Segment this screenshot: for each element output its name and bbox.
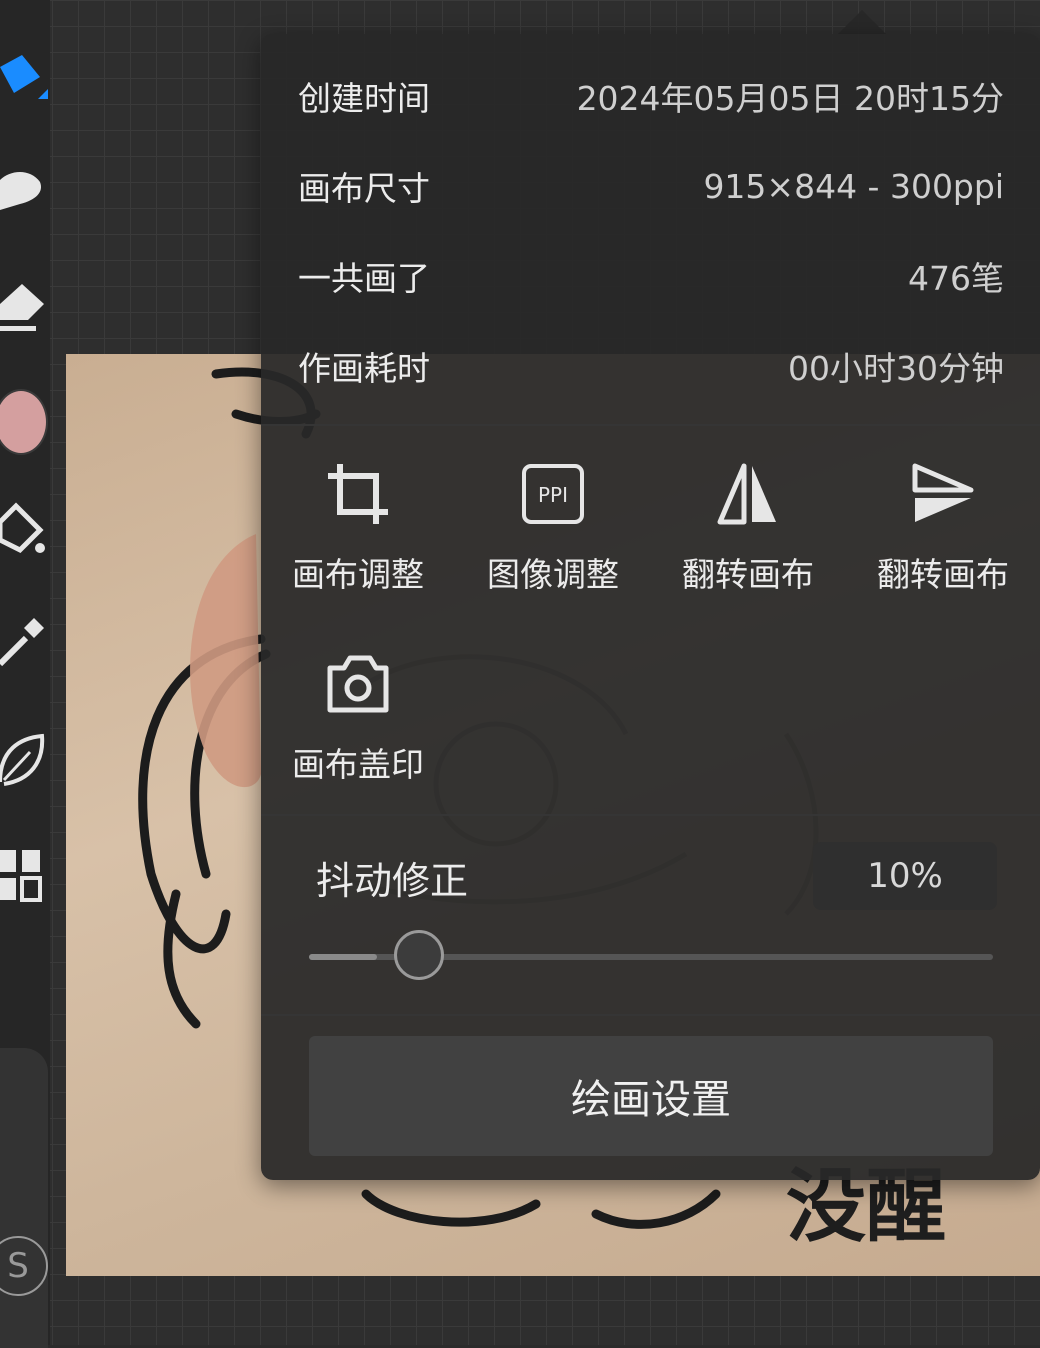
info-value: 476笔 xyxy=(908,259,1004,298)
info-row-duration: 作画耗时 00小时30分钟 xyxy=(298,336,1004,396)
info-label: 一共画了 xyxy=(298,259,430,298)
brush-size-slider[interactable] xyxy=(0,1048,48,1348)
panel-arrow xyxy=(838,10,886,34)
divider xyxy=(261,1014,1040,1016)
fill-tool[interactable] xyxy=(0,500,50,560)
drawing-settings-button[interactable]: 绘画设置 xyxy=(309,1036,993,1156)
info-row-canvas-size: 画布尺寸 915×844 - 300ppi xyxy=(298,156,1004,216)
brush-tool[interactable] xyxy=(0,42,50,102)
action-label: 翻转画布 xyxy=(877,555,1009,594)
color-swatch[interactable] xyxy=(0,389,48,455)
flip-vertical-icon xyxy=(912,463,974,522)
eyedropper-icon xyxy=(0,618,44,667)
eraser-icon xyxy=(0,284,44,331)
flip-vertical-button[interactable]: 翻转画布 xyxy=(853,454,1033,604)
eraser-tool[interactable] xyxy=(0,276,50,336)
flip-horizontal-button[interactable]: 翻转画布 xyxy=(658,454,838,604)
eyedropper-tool[interactable] xyxy=(0,614,50,674)
info-value: 00小时30分钟 xyxy=(788,349,1004,388)
stabilizer-slider-fill xyxy=(309,954,378,960)
info-label: 创建时间 xyxy=(298,79,430,118)
smudge-icon xyxy=(0,172,42,210)
info-row-strokes: 一共画了 476笔 xyxy=(298,246,1004,306)
divider xyxy=(261,424,1040,426)
canvas-actions-panel: 创建时间 2024年05月05日 20时15分 画布尺寸 915×844 - 3… xyxy=(261,34,1040,1180)
crop-icon xyxy=(328,464,388,524)
info-row-created: 创建时间 2024年05月05日 20时15分 xyxy=(298,66,1004,126)
flip-horizontal-icon xyxy=(717,463,776,525)
brush-icon xyxy=(0,55,48,99)
stabilizer-slider-knob[interactable] xyxy=(394,930,445,980)
info-label: 画布尺寸 xyxy=(298,169,430,208)
image-adjust-button[interactable]: PPI 图像调整 xyxy=(463,454,643,604)
canvas-stamp-button[interactable]: 画布盖印 xyxy=(268,644,448,794)
layers-icon xyxy=(0,850,42,902)
ppi-icon: PPI xyxy=(522,464,584,524)
ppi-icon-text: PPI xyxy=(538,483,568,507)
info-value: 2024年05月05日 20时15分 xyxy=(576,79,1004,118)
stabilizer-value-field[interactable]: 10% xyxy=(813,842,997,910)
action-label: 图像调整 xyxy=(487,555,619,594)
info-value: 915×844 - 300ppi xyxy=(703,166,1004,206)
info-label: 作画耗时 xyxy=(298,349,430,388)
divider xyxy=(261,814,1040,816)
left-toolbar: S xyxy=(0,0,50,1348)
leaf-tool[interactable] xyxy=(0,730,50,790)
action-label: 翻转画布 xyxy=(682,555,814,594)
canvas-adjust-button[interactable]: 画布调整 xyxy=(268,454,448,604)
action-label: 画布盖印 xyxy=(292,745,424,784)
stabilizer-label: 抖动修正 xyxy=(316,859,469,903)
layers-tool[interactable] xyxy=(0,846,50,906)
action-label: 画布调整 xyxy=(292,555,424,594)
leaf-icon xyxy=(0,733,45,786)
fill-bucket-icon xyxy=(0,502,45,554)
smudge-tool[interactable] xyxy=(0,160,50,220)
camera-icon xyxy=(327,655,389,713)
